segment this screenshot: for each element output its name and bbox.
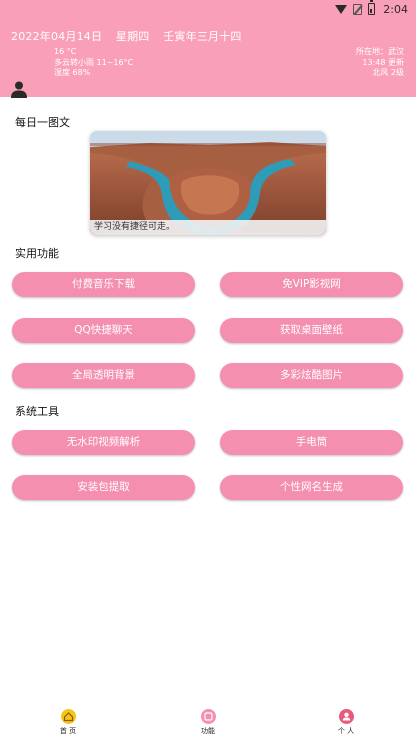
person-icon	[338, 709, 354, 724]
nav-function-label: 功能	[201, 727, 215, 735]
wifi-icon	[335, 4, 348, 14]
location-info: 所在地：武汉 13:48 更新 北风 2级	[356, 47, 404, 79]
lunar-date-text: 壬寅年三月十四	[163, 30, 242, 43]
header-bar: 2:04 2022年04月14日 星期四 壬寅年三月十四 16 °C 多云转小雨…	[0, 0, 416, 98]
temperature-text: 16 °C	[54, 47, 77, 56]
humidity-text: 湿度 68%	[54, 68, 91, 77]
location-text: 所在地：武汉	[356, 47, 404, 56]
user-avatar-icon[interactable]	[10, 80, 28, 98]
wind-text: 北风 2级	[372, 68, 404, 77]
no-sim-icon	[353, 3, 363, 15]
nav-function[interactable]: 功能	[178, 709, 238, 736]
daily-photo-card[interactable]: 学习没有捷径可走。	[90, 131, 326, 235]
home-icon	[60, 709, 76, 724]
vip-video-site-button[interactable]: 免VIP影视网	[220, 272, 403, 297]
qq-quick-chat-button[interactable]: QQ快捷聊天	[12, 318, 195, 343]
weather-info: 16 °C 多云转小雨 11~16°C 湿度 68%	[54, 47, 133, 79]
battery-icon	[368, 0, 376, 15]
function-icon	[200, 709, 216, 724]
paid-music-download-button[interactable]: 付费音乐下载	[12, 272, 195, 297]
photo-caption: 学习没有捷径可走。	[90, 220, 326, 235]
date-line: 2022年04月14日 星期四 壬寅年三月十四	[11, 28, 252, 44]
nickname-generator-button[interactable]: 个性网名生成	[220, 475, 403, 500]
colorful-images-button[interactable]: 多彩炫酷图片	[220, 363, 403, 388]
flashlight-button[interactable]: 手电筒	[220, 430, 403, 455]
status-bar: 2:04	[335, 0, 416, 18]
nav-home[interactable]: 首 页	[38, 709, 98, 736]
transparent-background-button[interactable]: 全局透明背景	[12, 363, 195, 388]
date-text: 2022年04月14日	[11, 30, 103, 43]
get-wallpaper-button[interactable]: 获取桌面壁纸	[220, 318, 403, 343]
weekday-text: 星期四	[115, 30, 150, 43]
nav-profile[interactable]: 个 人	[316, 709, 376, 736]
video-parse-button[interactable]: 无水印视频解析	[12, 430, 195, 455]
nav-home-label: 首 页	[59, 727, 77, 735]
status-time: 2:04	[383, 2, 408, 16]
practical-section-title: 实用功能	[15, 247, 59, 260]
weather-text: 多云转小雨 11~16°C	[54, 57, 134, 67]
update-time-text: 13:48 更新	[362, 57, 404, 67]
nav-profile-label: 个 人	[337, 727, 355, 735]
bottom-navigation: 首 页 功能 个 人	[0, 705, 416, 741]
daily-section-title: 每日一图文	[15, 116, 70, 129]
system-section-title: 系统工具	[15, 405, 59, 418]
apk-extract-button[interactable]: 安装包提取	[12, 475, 195, 500]
